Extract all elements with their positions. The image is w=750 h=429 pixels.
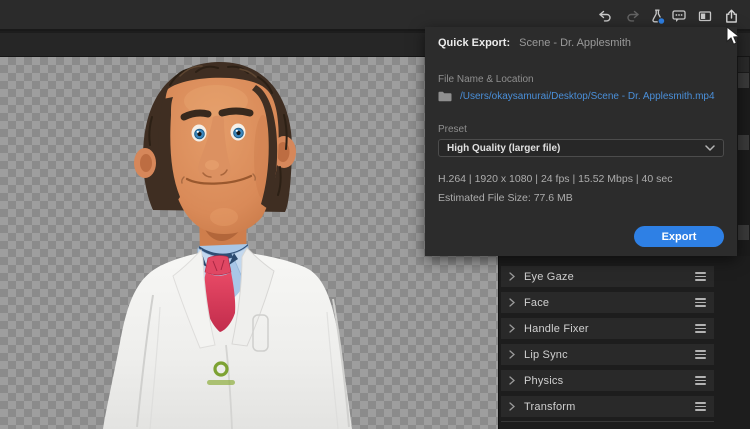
chevron-right-icon[interactable] (509, 298, 515, 307)
menu-icon[interactable] (695, 324, 706, 333)
scene-name: Scene - Dr. Applesmith (519, 37, 632, 49)
behavior-label: Eye Gaze (524, 270, 574, 283)
redo-icon[interactable] (624, 7, 642, 25)
undo-icon[interactable] (596, 7, 614, 25)
preset-label: Preset (438, 124, 467, 135)
preset-value: High Quality (larger file) (447, 142, 561, 154)
popup-title-row: Quick Export: Scene - Dr. Applesmith (438, 37, 631, 49)
file-path-link[interactable]: /Users/okaysamurai/Desktop/Scene - Dr. A… (460, 91, 715, 102)
beaker-icon[interactable] (648, 7, 666, 25)
preset-dropdown[interactable]: High Quality (larger file) (438, 139, 724, 157)
behavior-label: Handle Fixer (524, 322, 589, 335)
comments-icon[interactable] (670, 7, 688, 25)
right-edge-panel-fragments (737, 57, 750, 256)
character-dr-applesmith[interactable] (0, 57, 498, 429)
behavior-label: Transform (524, 400, 576, 413)
menu-icon[interactable] (695, 402, 706, 411)
menu-icon[interactable] (695, 272, 706, 281)
behavior-row-face[interactable]: Face (501, 292, 714, 313)
folder-icon (438, 91, 452, 102)
chevron-right-icon[interactable] (509, 402, 515, 411)
behavior-row-lip-sync[interactable]: Lip Sync (501, 344, 714, 365)
menu-icon[interactable] (695, 298, 706, 307)
menu-icon[interactable] (695, 376, 706, 385)
chevron-right-icon[interactable] (509, 324, 515, 333)
chevron-down-icon (705, 145, 715, 151)
export-specs: H.264 | 1920 x 1080 | 24 fps | 15.52 Mbp… (438, 173, 673, 185)
behavior-row-physics[interactable]: Physics (501, 370, 714, 391)
chevron-right-icon[interactable] (509, 272, 515, 281)
chevron-right-icon[interactable] (509, 376, 515, 385)
behavior-label: Physics (524, 374, 564, 387)
behavior-row-transform[interactable]: Transform (501, 396, 714, 417)
file-path-row[interactable]: /Users/okaysamurai/Desktop/Scene - Dr. A… (438, 91, 715, 102)
popup-title: Quick Export: (438, 37, 511, 49)
scene-viewport (0, 57, 498, 429)
behavior-row-eye-gaze[interactable]: Eye Gaze (501, 266, 714, 287)
file-name-location-label: File Name & Location (438, 74, 534, 85)
estimated-file-size: Estimated File Size: 77.6 MB (438, 192, 573, 204)
character-animator-app: Eye Gaze Face Handle Fixer Lip Sync Phys… (0, 0, 750, 429)
export-button[interactable]: Export (634, 226, 724, 247)
menu-icon[interactable] (695, 350, 706, 359)
panel-view-icon[interactable] (696, 7, 714, 25)
quick-export-popup: Quick Export: Scene - Dr. Applesmith Fil… (425, 27, 737, 256)
chevron-right-icon[interactable] (509, 350, 515, 359)
list-separator (501, 421, 714, 422)
behavior-row-handle-fixer[interactable]: Handle Fixer (501, 318, 714, 339)
behavior-label: Lip Sync (524, 348, 568, 361)
export-share-icon[interactable] (722, 7, 740, 25)
behavior-label: Face (524, 296, 550, 309)
